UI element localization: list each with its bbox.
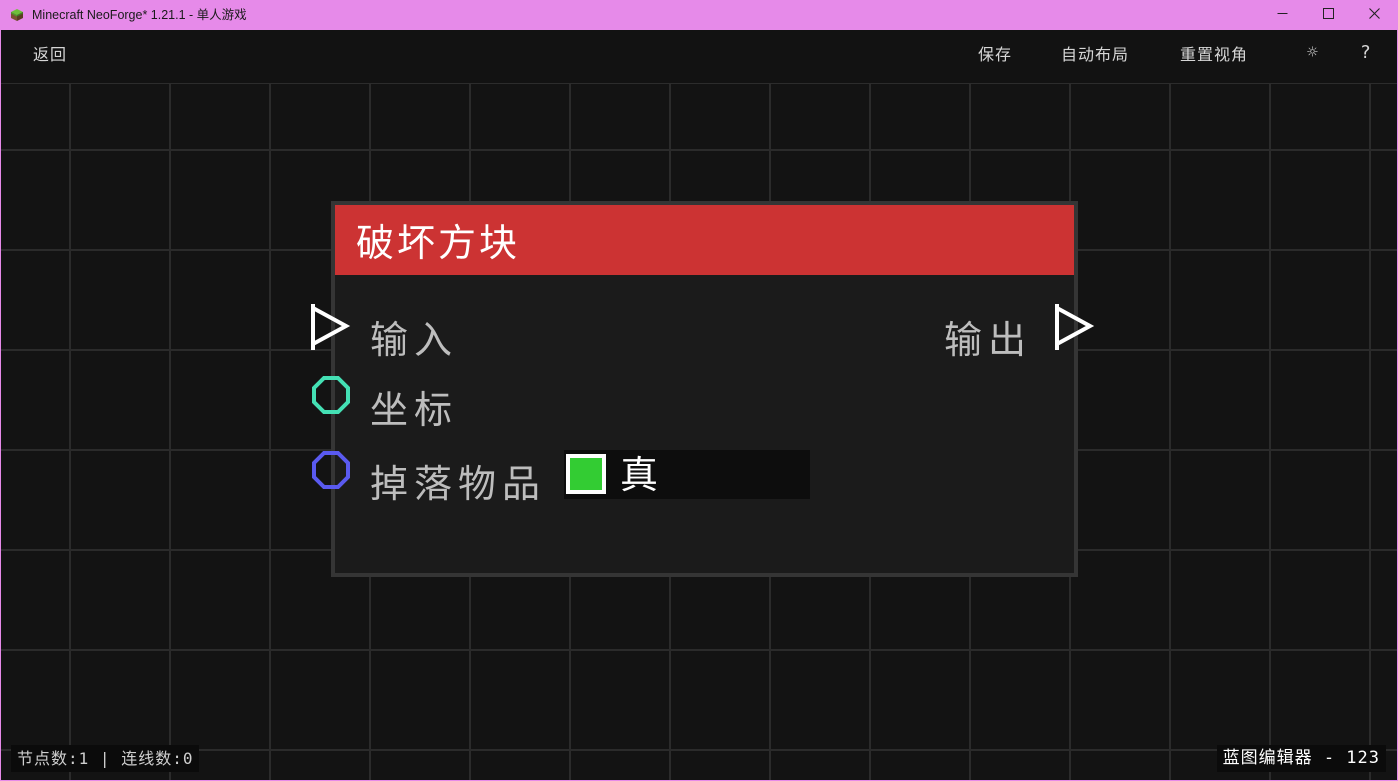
exec-input-pin-icon[interactable] [308, 304, 352, 352]
node-count-label: 节点数: [17, 749, 79, 768]
output-label: 输出 [944, 318, 1033, 362]
close-icon [1368, 7, 1380, 23]
editor-name-label: 蓝图编辑器 - 123 [1216, 745, 1386, 772]
window-title-bar: Minecraft NeoForge* 1.21.1 - 单人游戏 [0, 0, 1398, 30]
settings-icon[interactable]: ☼ [1307, 43, 1319, 63]
position-label: 坐标 [370, 388, 459, 432]
stats-separator: | [99, 749, 111, 768]
window-border-left [0, 30, 1, 781]
exec-output-pin-icon[interactable] [1052, 304, 1096, 352]
drop-items-value-label: 真 [620, 453, 659, 497]
editor-toolbar: 返回 保存 自动布局 重置视角 ☼ ? [1, 30, 1397, 84]
position-pin-icon[interactable] [311, 375, 351, 415]
reset-view-button[interactable]: 重置视角 [1180, 45, 1248, 65]
save-button[interactable]: 保存 [978, 45, 1012, 65]
close-button[interactable] [1351, 0, 1397, 30]
minimize-icon [1277, 7, 1288, 23]
graph-stats: 节点数:1 | 连线数:0 [11, 745, 200, 772]
maximize-icon [1322, 7, 1334, 23]
drop-items-value-field[interactable]: 真 [564, 450, 810, 499]
minimize-button[interactable] [1259, 0, 1305, 30]
window-title: Minecraft NeoForge* 1.21.1 - 单人游戏 [32, 8, 247, 22]
input-label: 输入 [370, 318, 459, 362]
connection-count-value: 0 [182, 749, 194, 768]
auto-layout-button[interactable]: 自动布局 [1061, 45, 1129, 65]
maximize-button[interactable] [1305, 0, 1351, 30]
drop-items-label: 掉落物品 [370, 462, 547, 506]
node-header[interactable]: 破坏方块 [335, 205, 1074, 275]
help-icon[interactable]: ? [1360, 43, 1372, 63]
back-button[interactable]: 返回 [33, 45, 67, 65]
node-title: 破坏方块 [356, 221, 521, 265]
drop-items-pin-icon[interactable] [311, 450, 351, 490]
minecraft-grass-block-icon [11, 9, 23, 21]
drop-items-checkbox[interactable] [566, 454, 606, 494]
node-count-value: 1 [78, 749, 90, 768]
connection-count-label: 连线数: [121, 749, 183, 768]
